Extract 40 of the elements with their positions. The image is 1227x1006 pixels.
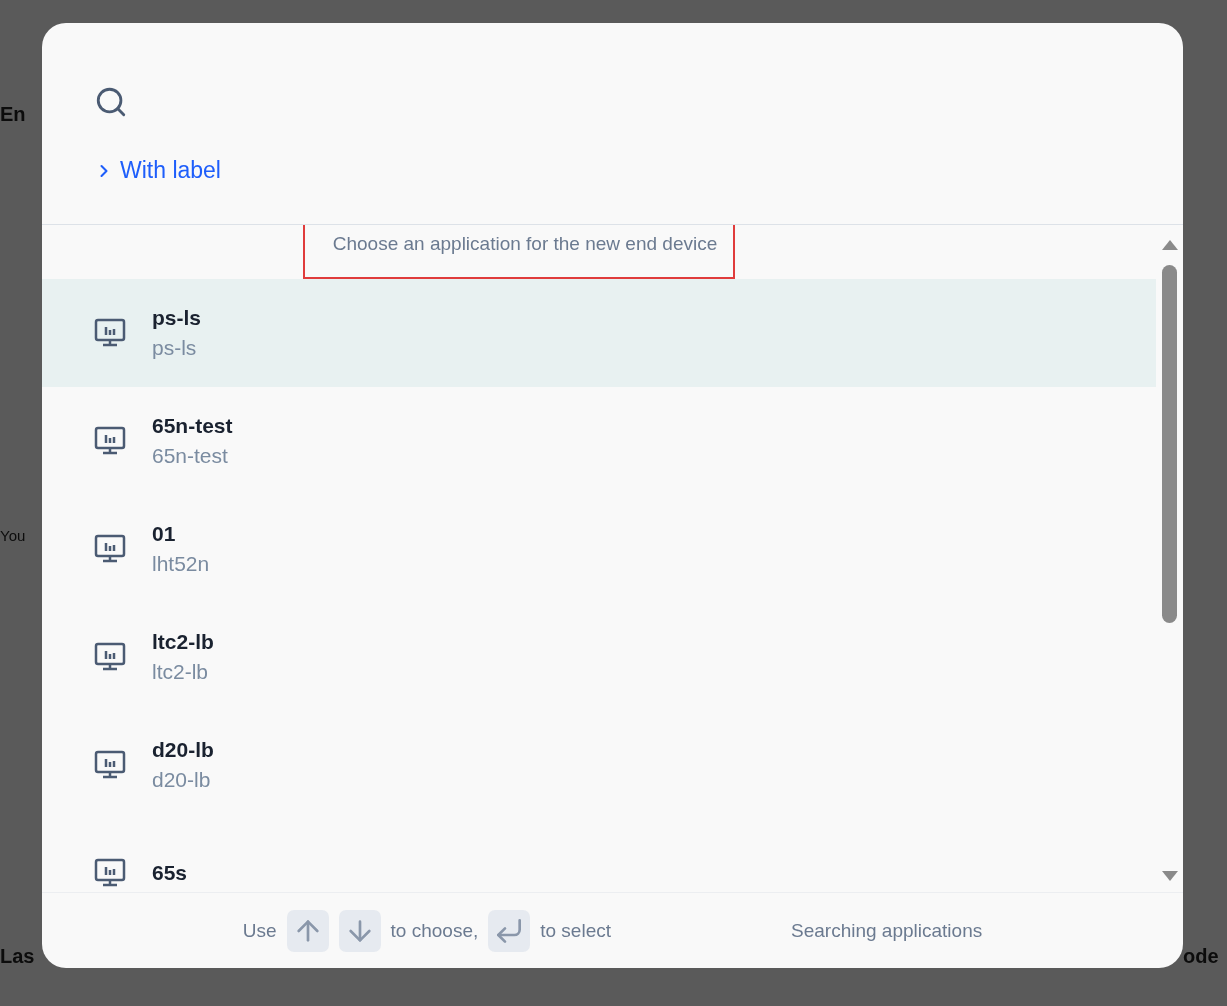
- application-name: d20-lb: [152, 738, 214, 762]
- up-key-icon: [286, 909, 329, 952]
- footer-text: Use: [242, 919, 277, 942]
- monitor-chart-icon: [94, 750, 126, 780]
- status-text: Searching applications: [791, 919, 983, 942]
- background-text: En: [0, 103, 27, 126]
- application-item[interactable]: 65s: [42, 819, 1156, 892]
- background-text: Las: [0, 945, 36, 968]
- application-name: 65n-test: [152, 414, 233, 438]
- enter-key-icon: [488, 909, 531, 952]
- application-id: lht52n: [152, 552, 210, 576]
- with-label-toggle[interactable]: With label: [94, 157, 221, 184]
- hint-text: Choose an application for the new end device: [332, 233, 718, 254]
- application-item[interactable]: ltc2-lb ltc2-lb: [42, 603, 1156, 711]
- monitor-chart-icon: [94, 858, 126, 888]
- down-key-icon: [338, 909, 381, 952]
- application-item[interactable]: 01 lht52n: [42, 495, 1156, 603]
- monitor-chart-icon: [94, 426, 126, 456]
- application-item[interactable]: ps-ls ps-ls: [42, 279, 1156, 387]
- footer-text: to select: [540, 919, 611, 942]
- application-id: ltc2-lb: [152, 660, 210, 684]
- application-name: ps-ls: [152, 306, 201, 330]
- application-item[interactable]: d20-lb d20-lb: [42, 711, 1156, 819]
- scroll-up-icon[interactable]: [1160, 239, 1179, 251]
- scrollbar-thumb[interactable]: [1162, 265, 1177, 623]
- application-name: ltc2-lb: [152, 630, 214, 654]
- search-icon: [94, 85, 128, 119]
- background-text: ode: [1183, 945, 1220, 968]
- background-text: You: [0, 527, 27, 544]
- scroll-down-icon[interactable]: [1160, 870, 1179, 882]
- application-item[interactable]: 65n-test 65n-test: [42, 387, 1156, 495]
- application-id: 65n-test: [152, 444, 229, 468]
- application-id: d20-lb: [152, 768, 212, 792]
- monitor-chart-icon: [94, 534, 126, 564]
- application-id: ps-ls: [152, 336, 198, 360]
- application-name: 01: [152, 522, 177, 546]
- monitor-chart-icon: [94, 318, 126, 348]
- footer-text: to choose,: [390, 919, 479, 942]
- monitor-chart-icon: [94, 642, 126, 672]
- application-name: 65s: [152, 861, 188, 885]
